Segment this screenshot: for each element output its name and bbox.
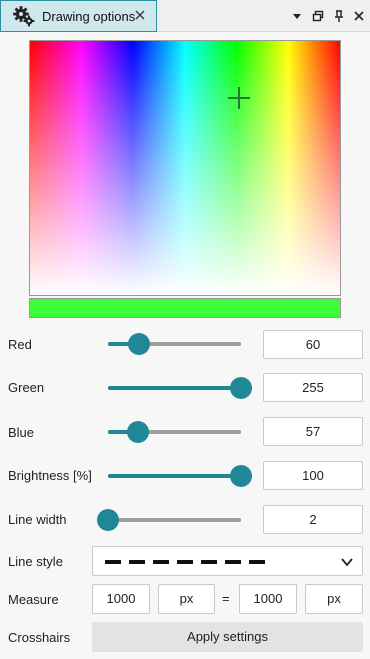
- green-slider[interactable]: [108, 377, 252, 399]
- line-style-label: Line style: [8, 554, 63, 569]
- pin-icon[interactable]: [332, 9, 346, 23]
- red-value-field[interactable]: 60: [263, 330, 363, 359]
- line-width-label: Line width: [8, 512, 67, 527]
- slider-fill: [108, 474, 241, 478]
- line-width-slider[interactable]: [97, 509, 241, 531]
- color-picker-crosshair[interactable]: [228, 87, 250, 109]
- measure-value-field-1[interactable]: 1000: [92, 584, 150, 614]
- apply-settings-button[interactable]: Apply settings: [92, 622, 363, 652]
- measure-label: Measure: [8, 592, 59, 607]
- green-value-field[interactable]: 255: [263, 373, 363, 402]
- red-label: Red: [8, 337, 32, 352]
- brightness-slider[interactable]: [108, 465, 252, 487]
- measure-unit-field-2[interactable]: px: [305, 584, 363, 614]
- panel-title: Drawing options: [42, 8, 136, 24]
- blue-value-field[interactable]: 57: [263, 417, 363, 446]
- measure-unit-field-1[interactable]: px: [158, 584, 215, 614]
- brightness-value-field[interactable]: 100: [263, 461, 363, 490]
- close-icon[interactable]: [133, 8, 147, 22]
- settings-gears-icon: [13, 6, 35, 27]
- dropdown-triangle-icon[interactable]: [290, 9, 304, 23]
- blue-label: Blue: [8, 425, 35, 440]
- close-panel-icon[interactable]: [352, 9, 366, 23]
- dashed-line-preview-icon: [105, 560, 265, 564]
- restore-window-icon[interactable]: [311, 9, 325, 23]
- slider-thumb[interactable]: [126, 421, 149, 443]
- brightness-label: Brightness [%]: [8, 468, 92, 483]
- slider-thumb[interactable]: [230, 465, 252, 487]
- green-label: Green: [8, 380, 45, 395]
- slider-track: [108, 518, 241, 522]
- slider-thumb[interactable]: [97, 509, 119, 531]
- slider-fill: [108, 386, 241, 390]
- line-style-select[interactable]: [92, 546, 363, 576]
- color-spectrum-picker[interactable]: [29, 40, 341, 296]
- color-preview-swatch: [29, 298, 341, 318]
- tab-drawing-options[interactable]: Drawing options: [0, 0, 157, 32]
- blue-slider[interactable]: [108, 421, 241, 443]
- equals-sign: =: [222, 591, 230, 606]
- chevron-down-icon: [341, 558, 353, 567]
- slider-thumb[interactable]: [128, 333, 151, 355]
- measure-value-field-2[interactable]: 1000: [239, 584, 297, 614]
- crosshairs-label: Crosshairs: [8, 630, 71, 645]
- line-width-value-field[interactable]: 2: [263, 505, 363, 534]
- slider-thumb[interactable]: [230, 377, 252, 399]
- panel-titlebar: Drawing options: [0, 0, 370, 32]
- red-slider[interactable]: [108, 333, 241, 355]
